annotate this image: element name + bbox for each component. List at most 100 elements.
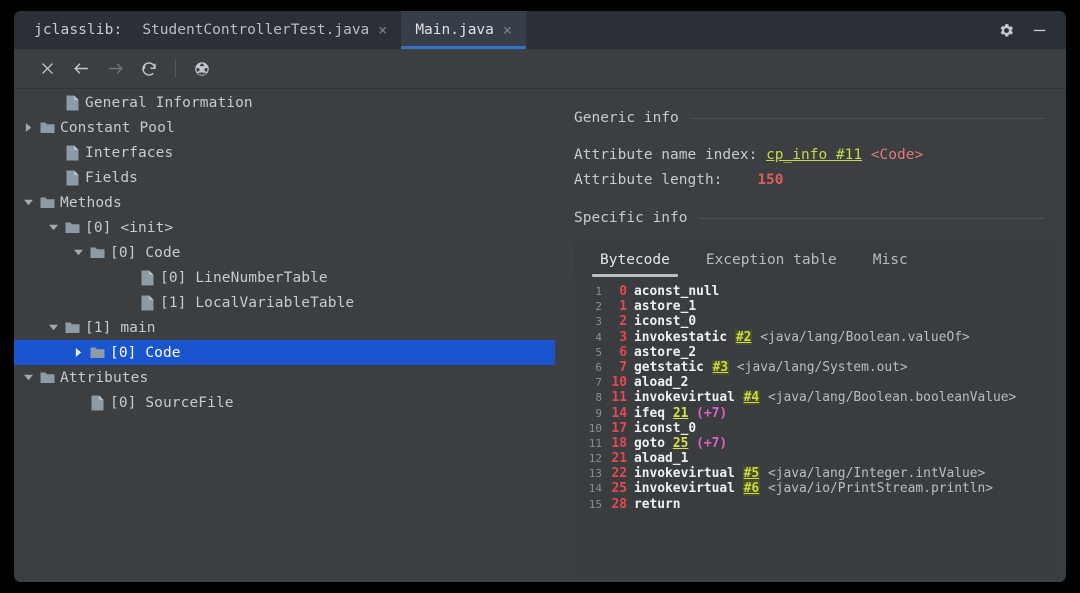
attribute-length-value: 150 — [757, 172, 784, 188]
toolbar-divider — [175, 59, 176, 78]
tree-row[interactable]: Methods — [14, 190, 555, 215]
bytecode-line[interactable]: 12 21 aload_1 — [582, 451, 1057, 466]
tab-label: Main.java — [415, 22, 494, 38]
class-structure-tree[interactable]: General Information Constant Pool Interfac… — [14, 90, 555, 582]
tree-row[interactable]: [0] <init> — [14, 215, 555, 240]
bytecode-line[interactable]: 8 11 invokevirtual #4 <java/lang/Boolean.b… — [582, 390, 1057, 406]
bytecode-line[interactable]: 5 6 astore_2 — [582, 345, 1057, 360]
line-number: 4 — [595, 330, 602, 344]
tree-row[interactable]: Attributes — [14, 365, 555, 390]
tree-row-label: [1] main — [85, 319, 156, 336]
bytecode-line[interactable]: 10 17 iconst_0 — [582, 421, 1057, 436]
bytecode-line[interactable]: 3 2 iconst_0 — [582, 314, 1057, 329]
bytecode-mnemonic: invokevirtual — [634, 466, 735, 482]
tree-row[interactable]: [0] Code — [14, 340, 555, 365]
line-number: 5 — [595, 345, 602, 359]
tree-row[interactable]: [1] main — [14, 315, 555, 340]
line-number: 2 — [595, 300, 602, 314]
chevron-down-icon[interactable] — [20, 198, 36, 207]
tab-student-controller-test[interactable]: StudentControllerTest.java × — [128, 11, 401, 49]
constant-pool-ref[interactable]: #4 — [742, 390, 761, 406]
bytecode-line[interactable]: 2 1 astore_1 — [582, 299, 1057, 314]
tab-strip: jclasslib: StudentControllerTest.java × … — [14, 11, 988, 49]
bytecode-line[interactable]: 11 18 goto 25 (+7) — [582, 436, 1057, 451]
bytecode-offset: 22 — [611, 466, 627, 482]
close-icon[interactable]: × — [378, 22, 387, 38]
bytecode-line[interactable]: 6 7 getstatic #3 <java/lang/System.out> — [582, 359, 1057, 375]
tree-row[interactable]: Constant Pool — [14, 115, 555, 140]
tree-row[interactable]: Fields — [14, 165, 555, 190]
bytecode-line[interactable]: 14 25 invokevirtual #6 <java/io/PrintStrea… — [582, 481, 1057, 497]
title-bar: jclasslib: StudentControllerTest.java × … — [14, 11, 1066, 49]
line-number: 10 — [588, 421, 602, 435]
line-number: 11 — [588, 436, 602, 450]
tree-row[interactable]: [0] LineNumberTable — [14, 265, 555, 290]
bytecode-offset: 3 — [619, 329, 627, 345]
bytecode-line[interactable]: 13 22 invokevirtual #5 <java/lang/Integer.… — [582, 466, 1057, 482]
cp-info-link[interactable]: cp_info #11 — [766, 147, 862, 163]
line-number: 3 — [595, 315, 602, 329]
bytecode-line[interactable]: 15 28 return — [582, 497, 1057, 512]
branch-target[interactable]: 25 — [673, 436, 689, 451]
tree-row-label: Constant Pool — [60, 119, 175, 136]
generic-info-label: Generic info — [574, 110, 679, 126]
file-icon — [61, 95, 83, 111]
gear-icon[interactable] — [998, 22, 1015, 39]
bytecode-tab[interactable]: Misc — [855, 252, 926, 277]
branch-target[interactable]: 21 — [673, 406, 689, 421]
bytecode-mnemonic: goto — [634, 435, 666, 451]
tab-main-java[interactable]: Main.java × — [401, 11, 526, 49]
minimize-icon[interactable] — [1031, 22, 1048, 39]
close-class-button[interactable] — [32, 55, 62, 83]
constant-pool-ref[interactable]: #2 — [734, 329, 753, 345]
line-number: 6 — [595, 360, 602, 374]
bytecode-mnemonic: aload_1 — [634, 451, 689, 467]
constant-pool-ref[interactable]: #3 — [711, 359, 730, 375]
tree-row[interactable]: [1] LocalVariableTable — [14, 290, 555, 315]
chevron-right-icon[interactable] — [20, 123, 36, 132]
back-button[interactable] — [66, 55, 96, 83]
globe-icon[interactable] — [187, 55, 217, 83]
tree-row-label: Interfaces — [85, 144, 174, 161]
tree-row[interactable]: General Information — [14, 90, 555, 115]
file-icon — [61, 170, 83, 186]
jclasslib-window: jclasslib: StudentControllerTest.java × … — [14, 11, 1066, 582]
line-number: 1 — [595, 285, 602, 298]
window-controls — [988, 11, 1066, 49]
bytecode-mnemonic: getstatic — [634, 359, 704, 375]
bytecode-offset: 25 — [611, 481, 627, 497]
chevron-down-icon[interactable] — [45, 223, 61, 232]
bytecode-card: Bytecode Exception table Misc 1 0 aconst_nul… — [574, 241, 1057, 575]
close-icon[interactable]: × — [503, 22, 512, 38]
window-title-prefix: jclasslib: — [34, 22, 123, 38]
bytecode-offset: 1 — [619, 299, 627, 315]
tree-row-label: Methods — [60, 194, 122, 211]
content-area: General Information Constant Pool Interfac… — [14, 90, 1066, 582]
file-icon — [86, 395, 108, 411]
pane-divider[interactable] — [555, 90, 564, 582]
chevron-down-icon[interactable] — [70, 248, 86, 257]
bytecode-line[interactable]: 4 3 invokestatic #2 <java/lang/Boolean.val… — [582, 329, 1057, 345]
tree-row[interactable]: [0] Code — [14, 240, 555, 265]
bytecode-tab[interactable]: Exception table — [688, 252, 855, 277]
tree-row-label: [0] SourceFile — [110, 394, 234, 411]
bytecode-line[interactable]: 1 0 aconst_null — [582, 284, 1057, 299]
chevron-down-icon[interactable] — [20, 373, 36, 382]
bytecode-line[interactable]: 9 14 ifeq 21 (+7) — [582, 406, 1057, 421]
bytecode-mnemonic: astore_2 — [634, 344, 697, 360]
constant-pool-ref[interactable]: #5 — [742, 466, 761, 482]
forward-button[interactable] — [100, 55, 130, 83]
bytecode-tab[interactable]: Bytecode — [582, 252, 688, 277]
tree-row[interactable]: [0] SourceFile — [14, 390, 555, 415]
constant-pool-ref[interactable]: #6 — [742, 481, 761, 497]
bytecode-listing[interactable]: 1 0 aconst_null 2 1 astore_1 3 2 iconst_0 4 3 invok… — [574, 277, 1057, 575]
chevron-right-icon[interactable] — [70, 348, 86, 357]
bytecode-mnemonic: iconst_0 — [634, 420, 697, 436]
reload-button[interactable] — [134, 55, 164, 83]
bytecode-tab-bar: Bytecode Exception table Misc — [574, 241, 1057, 277]
bytecode-line[interactable]: 7 10 aload_2 — [582, 375, 1057, 390]
tree-row[interactable]: Interfaces — [14, 140, 555, 165]
bytecode-descriptor: <java/lang/Boolean.booleanValue> — [760, 390, 1017, 406]
chevron-down-icon[interactable] — [45, 323, 61, 332]
